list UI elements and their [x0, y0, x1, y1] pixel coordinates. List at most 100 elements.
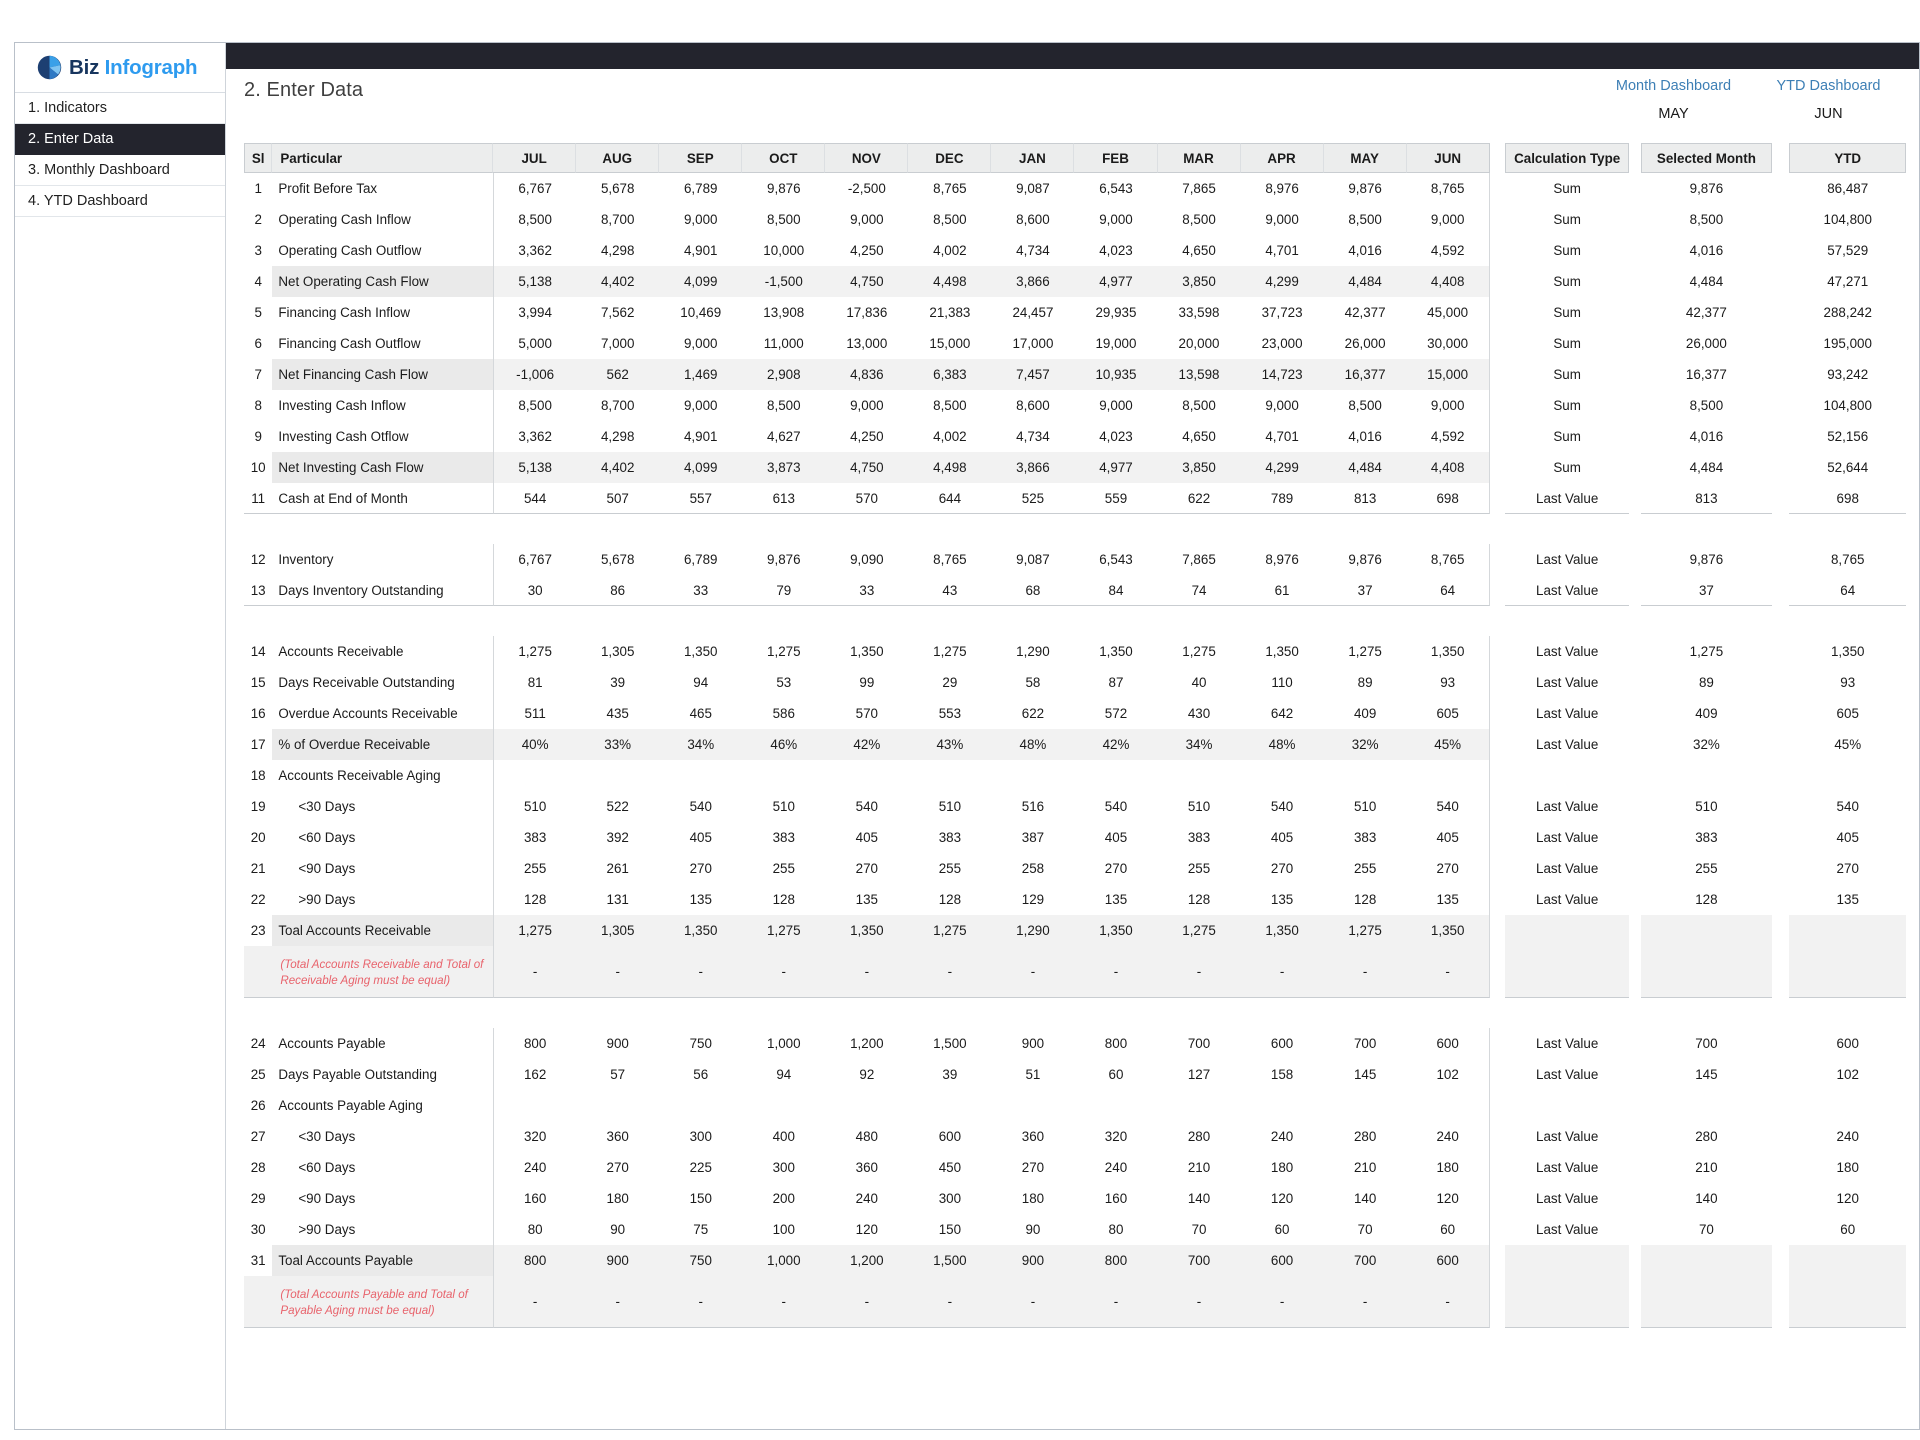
cell-oct[interactable]: 53	[742, 667, 825, 698]
cell-jan[interactable]: 48%	[991, 729, 1074, 760]
cell-mar[interactable]: -	[1158, 1276, 1241, 1328]
cell-calculation-type[interactable]: Last Value	[1505, 1028, 1630, 1059]
cell-sep[interactable]: 1,469	[659, 359, 742, 390]
cell-jul[interactable]: 240	[493, 1152, 576, 1183]
cell-jun[interactable]: 605	[1407, 698, 1490, 729]
cell-nov[interactable]: 240	[825, 1183, 908, 1214]
cell-apr[interactable]	[1241, 1090, 1324, 1121]
cell-apr[interactable]: 1,350	[1241, 636, 1324, 667]
cell-jun[interactable]: 30,000	[1407, 328, 1490, 359]
cell-jul[interactable]	[493, 1090, 576, 1121]
cell-sep[interactable]: 34%	[659, 729, 742, 760]
cell-calculation-type[interactable]: Sum	[1505, 390, 1630, 421]
cell-sep[interactable]: -	[659, 1276, 742, 1328]
cell-jul[interactable]: 5,138	[493, 266, 576, 297]
cell-sep[interactable]: 4,099	[659, 266, 742, 297]
cell-may[interactable]: 255	[1324, 853, 1407, 884]
cell-calculation-type[interactable]	[1505, 760, 1630, 791]
cell-nov[interactable]: 92	[825, 1059, 908, 1090]
cell-jul[interactable]: 8,500	[493, 204, 576, 235]
cell-aug[interactable]: 4,298	[576, 421, 659, 452]
cell-oct[interactable]: 4,627	[742, 421, 825, 452]
cell-may[interactable]: 510	[1324, 791, 1407, 822]
cell-may[interactable]: 8,500	[1324, 390, 1407, 421]
cell-aug[interactable]: 7,562	[576, 297, 659, 328]
cell-dec[interactable]: 15,000	[908, 328, 991, 359]
cell-calculation-type[interactable]: Last Value	[1505, 544, 1630, 575]
cell-nov[interactable]: 17,836	[825, 297, 908, 328]
cell-sep[interactable]: 150	[659, 1183, 742, 1214]
cell-may[interactable]: 4,484	[1324, 266, 1407, 297]
cell-calculation-type[interactable]: Last Value	[1505, 791, 1630, 822]
cell-jul[interactable]: 81	[493, 667, 576, 698]
cell-aug[interactable]: -	[576, 946, 659, 998]
cell-mar[interactable]: 20,000	[1158, 328, 1241, 359]
cell-aug[interactable]: 39	[576, 667, 659, 698]
cell-feb[interactable]: 9,000	[1074, 204, 1157, 235]
cell-may[interactable]: 26,000	[1324, 328, 1407, 359]
cell-dec[interactable]: 4,002	[908, 421, 991, 452]
cell-feb[interactable]	[1074, 1090, 1157, 1121]
cell-apr[interactable]: 110	[1241, 667, 1324, 698]
cell-sep[interactable]: 300	[659, 1121, 742, 1152]
cell-jun[interactable]: 64	[1407, 575, 1490, 606]
cell-aug[interactable]: 5,678	[576, 544, 659, 575]
cell-jan[interactable]: 525	[991, 483, 1074, 514]
cell-mar[interactable]: 1,275	[1158, 915, 1241, 946]
cell-aug[interactable]: 4,298	[576, 235, 659, 266]
cell-dec[interactable]	[908, 1090, 991, 1121]
cell-aug[interactable]: 90	[576, 1214, 659, 1245]
cell-apr[interactable]: -	[1241, 946, 1324, 998]
cell-nov[interactable]: 120	[825, 1214, 908, 1245]
cell-aug[interactable]: 392	[576, 822, 659, 853]
cell-apr[interactable]: 405	[1241, 822, 1324, 853]
cell-jul[interactable]: 800	[493, 1245, 576, 1276]
cell-mar[interactable]: 622	[1158, 483, 1241, 514]
cell-calculation-type[interactable]	[1505, 1090, 1630, 1121]
cell-feb[interactable]: 572	[1074, 698, 1157, 729]
cell-nov[interactable]: 405	[825, 822, 908, 853]
cell-calculation-type[interactable]: Last Value	[1505, 1121, 1630, 1152]
cell-mar[interactable]: 430	[1158, 698, 1241, 729]
cell-jun[interactable]: 698	[1407, 483, 1490, 514]
cell-aug[interactable]: 57	[576, 1059, 659, 1090]
cell-jun[interactable]: 180	[1407, 1152, 1490, 1183]
cell-nov[interactable]: 1,350	[825, 915, 908, 946]
cell-mar[interactable]: 74	[1158, 575, 1241, 606]
cell-may[interactable]: 89	[1324, 667, 1407, 698]
cell-sep[interactable]: 1,350	[659, 636, 742, 667]
cell-oct[interactable]: 8,500	[742, 204, 825, 235]
sidebar-item-3[interactable]: 3. Monthly Dashboard	[15, 155, 225, 186]
cell-jun[interactable]: 9,000	[1407, 390, 1490, 421]
cell-sep[interactable]	[659, 760, 742, 791]
cell-sep[interactable]: 465	[659, 698, 742, 729]
cell-apr[interactable]: 48%	[1241, 729, 1324, 760]
cell-jan[interactable]: 360	[991, 1121, 1074, 1152]
cell-aug[interactable]: 522	[576, 791, 659, 822]
cell-sep[interactable]: 405	[659, 822, 742, 853]
cell-may[interactable]: 8,500	[1324, 204, 1407, 235]
cell-mar[interactable]: 510	[1158, 791, 1241, 822]
cell-nov[interactable]: 99	[825, 667, 908, 698]
cell-mar[interactable]: 210	[1158, 1152, 1241, 1183]
cell-dec[interactable]: 150	[908, 1214, 991, 1245]
cell-dec[interactable]: 1,500	[908, 1245, 991, 1276]
cell-sep[interactable]: 10,469	[659, 297, 742, 328]
cell-feb[interactable]: 6,543	[1074, 544, 1157, 575]
cell-aug[interactable]: 7,000	[576, 328, 659, 359]
cell-jul[interactable]: 3,362	[493, 421, 576, 452]
cell-may[interactable]: 70	[1324, 1214, 1407, 1245]
cell-apr[interactable]: 23,000	[1241, 328, 1324, 359]
cell-sep[interactable]: 9,000	[659, 390, 742, 421]
cell-mar[interactable]: 700	[1158, 1028, 1241, 1059]
cell-jul[interactable]: 1,275	[493, 915, 576, 946]
cell-feb[interactable]: 540	[1074, 791, 1157, 822]
cell-calculation-type[interactable]: Last Value	[1505, 853, 1630, 884]
cell-mar[interactable]: 8,500	[1158, 204, 1241, 235]
cell-sep[interactable]: 94	[659, 667, 742, 698]
cell-may[interactable]: 210	[1324, 1152, 1407, 1183]
cell-may[interactable]: 383	[1324, 822, 1407, 853]
cell-nov[interactable]: 270	[825, 853, 908, 884]
cell-calculation-type[interactable]: Sum	[1505, 297, 1630, 328]
cell-jun[interactable]: 45%	[1407, 729, 1490, 760]
